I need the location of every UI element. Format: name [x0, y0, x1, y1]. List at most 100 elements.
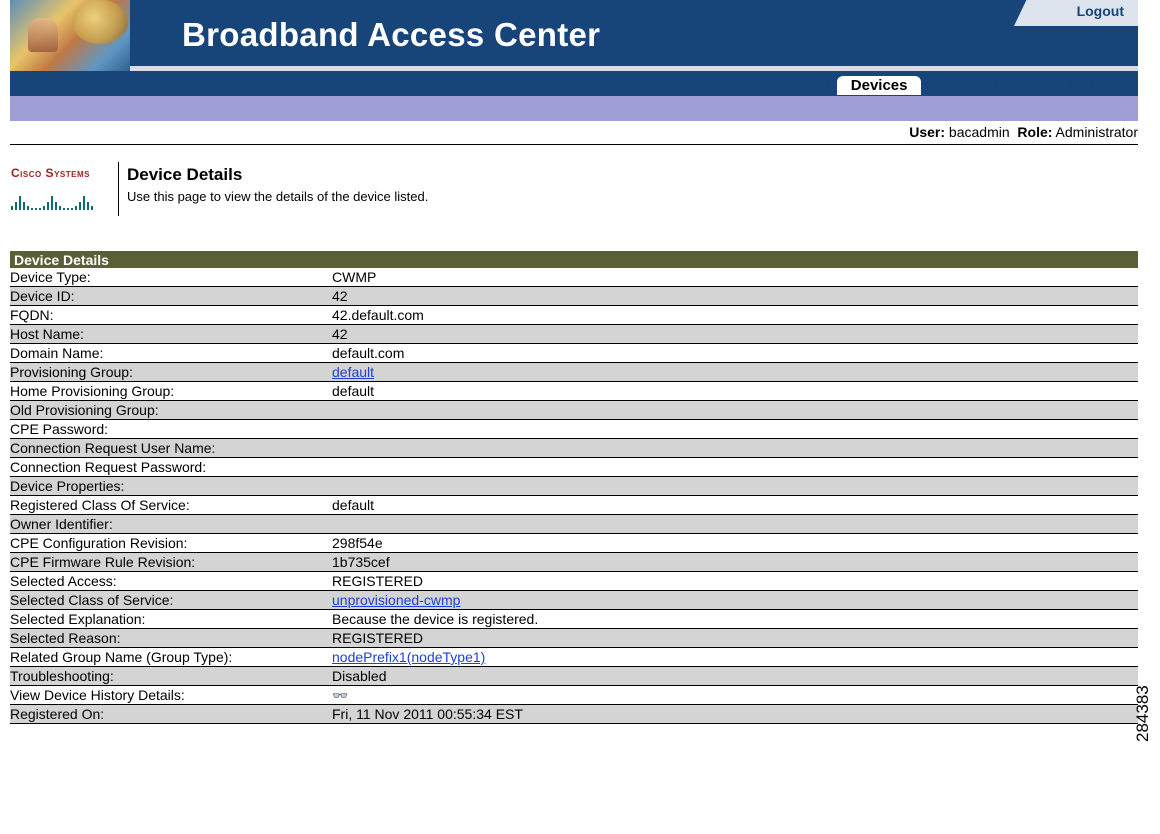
- row-value: 42.default.com: [332, 305, 1138, 325]
- row-value: Fri, 11 Nov 2011 00:55:34 EST: [332, 704, 1138, 724]
- table-row: Selected Explanation: Because the device …: [10, 609, 1138, 629]
- row-value: 42: [332, 286, 1138, 306]
- row-label: Domain Name:: [10, 343, 332, 363]
- table-row: Device Type: CWMP: [10, 268, 1138, 287]
- app-header: Broadband Access Center Logout: [10, 0, 1138, 71]
- header-divider: [10, 144, 1138, 145]
- row-label: CPE Firmware Rule Revision:: [10, 552, 332, 572]
- table-row: Selected Reason: REGISTERED: [10, 628, 1138, 648]
- row-value-link[interactable]: unprovisioned-cwmp: [332, 592, 460, 608]
- nav-groups[interactable]: Groups: [925, 77, 990, 94]
- row-value: default: [332, 381, 1138, 401]
- nav-separator: |: [992, 76, 998, 94]
- row-label: Related Group Name (Group Type):: [10, 647, 332, 667]
- table-row: Selected Class of Service: unprovisioned-…: [10, 590, 1138, 610]
- table-row: Home Provisioning Group: default: [10, 381, 1138, 401]
- row-value: default.com: [332, 343, 1138, 363]
- logout-button[interactable]: Logout: [1014, 0, 1138, 26]
- row-label: Home Provisioning Group:: [10, 381, 332, 401]
- row-value: default: [332, 362, 1138, 382]
- row-value: REGISTERED: [332, 628, 1138, 648]
- row-value: 298f54e: [332, 533, 1138, 553]
- cisco-brand-text: Cisco Systems: [11, 166, 90, 180]
- binoculars-icon[interactable]: 👓: [332, 688, 348, 703]
- row-value: [332, 476, 1138, 496]
- row-label: Old Provisioning Group:: [10, 400, 332, 420]
- row-value: REGISTERED: [332, 571, 1138, 591]
- row-label: Selected Class of Service:: [10, 590, 332, 610]
- row-label: Selected Reason:: [10, 628, 332, 648]
- nav-separator: |: [1068, 76, 1073, 94]
- subnav-bar: [10, 96, 1138, 121]
- row-label: Connection Request User Name:: [10, 438, 332, 458]
- table-row: CPE Firmware Rule Revision: 1b735cef: [10, 552, 1138, 572]
- figure-id: 284383: [1133, 685, 1152, 742]
- table-row: Connection Request User Name:: [10, 438, 1138, 458]
- row-value: [332, 419, 1138, 439]
- row-label: Connection Request Password:: [10, 457, 332, 477]
- nav-configuration[interactable]: Configuration: [714, 77, 824, 94]
- table-row: CPE Configuration Revision: 298f54e: [10, 533, 1138, 553]
- page-title: Device Details: [127, 165, 243, 184]
- row-value: default: [332, 495, 1138, 515]
- nav-bar: Configuration | Devices Groups | Servers…: [10, 71, 1138, 96]
- role-value: Administrator: [1055, 124, 1138, 140]
- device-details-table: Device Details Device Type: CWMP Device ID…: [10, 251, 1138, 724]
- row-label: Owner Identifier:: [10, 514, 332, 534]
- row-value: 👓: [332, 685, 1138, 705]
- row-label: Device Properties:: [10, 476, 332, 496]
- row-value: unprovisioned-cwmp: [332, 590, 1138, 610]
- table-row: Owner Identifier:: [10, 514, 1138, 534]
- row-value: Because the device is registered.: [332, 609, 1138, 629]
- banner-image: [10, 0, 130, 71]
- nav-servers[interactable]: Servers: [999, 77, 1066, 94]
- table-row: Host Name: 42: [10, 324, 1138, 344]
- cisco-bars-icon: [11, 186, 115, 210]
- table-header: Device Details: [10, 251, 1138, 268]
- table-row: View Device History Details: 👓: [10, 685, 1138, 705]
- table-row: Selected Access: REGISTERED: [10, 571, 1138, 591]
- table-row: Old Provisioning Group:: [10, 400, 1138, 420]
- table-row: Domain Name: default.com: [10, 343, 1138, 363]
- row-label: Registered On:: [10, 704, 332, 724]
- nav-devices[interactable]: Devices: [836, 75, 922, 95]
- row-label: CPE Password:: [10, 419, 332, 439]
- row-label: Troubleshooting:: [10, 666, 332, 686]
- table-row: Connection Request Password:: [10, 457, 1138, 477]
- table-row: Device ID: 42: [10, 286, 1138, 306]
- table-row: Registered On: Fri, 11 Nov 2011 00:55:34 …: [10, 704, 1138, 724]
- row-label: FQDN:: [10, 305, 332, 325]
- row-label: Device ID:: [10, 286, 332, 306]
- nav-separator: |: [826, 76, 831, 94]
- row-value: [332, 400, 1138, 420]
- page-description: Use this page to view the details of the…: [127, 189, 429, 204]
- logo-divider: [118, 162, 119, 216]
- table-row: Device Properties:: [10, 476, 1138, 496]
- row-value: CWMP: [332, 268, 1138, 287]
- logout-label[interactable]: Logout: [1077, 3, 1124, 19]
- row-label: Registered Class Of Service:: [10, 495, 332, 515]
- row-value-link[interactable]: nodePrefix1(nodeType1): [332, 649, 485, 665]
- row-label: Selected Access:: [10, 571, 332, 591]
- main-nav: Configuration | Devices Groups | Servers…: [714, 73, 1138, 97]
- row-label: Device Type:: [10, 268, 332, 287]
- row-value: 1b735cef: [332, 552, 1138, 572]
- role-label: Role:: [1017, 124, 1053, 140]
- table-row: Troubleshooting: Disabled: [10, 666, 1138, 686]
- row-value: [332, 514, 1138, 534]
- nav-users[interactable]: Users: [1084, 77, 1138, 94]
- table-row: Provisioning Group: default: [10, 362, 1138, 382]
- row-value: 42: [332, 324, 1138, 344]
- user-label: User:: [909, 124, 946, 140]
- table-row: Related Group Name (Group Type): nodePref…: [10, 647, 1138, 667]
- cisco-logo: Cisco Systems: [11, 166, 115, 216]
- table-row: Registered Class Of Service: default: [10, 495, 1138, 515]
- row-value-link[interactable]: default: [332, 364, 374, 380]
- row-label: Provisioning Group:: [10, 362, 332, 382]
- row-value: [332, 438, 1138, 458]
- row-value: nodePrefix1(nodeType1): [332, 647, 1138, 667]
- row-label: View Device History Details:: [10, 685, 332, 705]
- row-label: CPE Configuration Revision:: [10, 533, 332, 553]
- row-label: Selected Explanation:: [10, 609, 332, 629]
- user-value: bacadmin: [948, 124, 1010, 140]
